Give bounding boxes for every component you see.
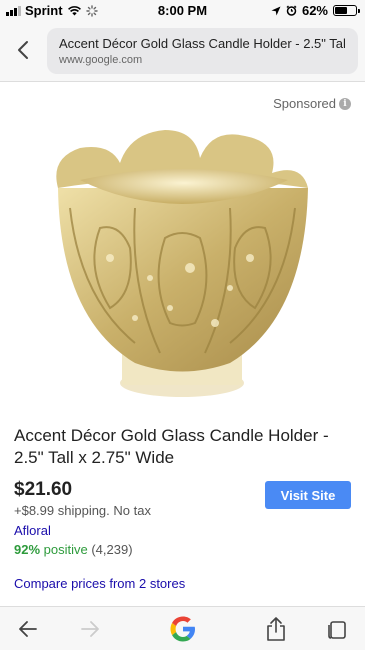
status-right: 62% <box>271 3 360 18</box>
arrow-left-icon[interactable] <box>14 615 42 643</box>
address-bar: Accent Décor Gold Glass Candle Holder - … <box>0 20 365 82</box>
location-arrow-icon <box>271 6 281 15</box>
url-field[interactable]: Accent Décor Gold Glass Candle Holder - … <box>47 28 358 74</box>
battery-icon <box>333 5 360 16</box>
url-page-title: Accent Décor Gold Glass Candle Holder - … <box>59 36 346 51</box>
sponsored-label: Sponsored i <box>273 96 351 111</box>
sponsored-text: Sponsored <box>273 96 336 111</box>
shipping-info: +$8.99 shipping. No tax <box>14 503 151 518</box>
rating-count: (4,239) <box>87 542 133 557</box>
share-icon[interactable] <box>262 615 290 643</box>
rating-percent: 92% <box>14 542 41 557</box>
battery-level <box>335 7 348 14</box>
battery-percent: 62% <box>301 3 328 18</box>
chevron-left-icon[interactable] <box>12 38 36 62</box>
info-icon[interactable]: i <box>339 97 351 110</box>
google-g-icon[interactable] <box>167 613 199 645</box>
product-price: $21.60 <box>14 479 73 500</box>
url-domain: www.google.com <box>59 54 143 66</box>
product-image[interactable] <box>40 118 325 413</box>
merchant-link[interactable]: Afloral <box>14 523 51 538</box>
rating-word: positive <box>40 542 88 557</box>
alarm-icon <box>286 5 297 16</box>
url-title-text: Accent Décor Gold Glass Candle Holder - … <box>59 36 346 51</box>
bottom-toolbar <box>0 606 365 650</box>
arrow-right-icon[interactable] <box>76 615 104 643</box>
visit-site-button[interactable]: Visit Site <box>265 481 351 509</box>
compare-prices-link[interactable]: Compare prices from 2 stores <box>14 576 185 591</box>
tabs-icon[interactable] <box>323 615 351 643</box>
product-title[interactable]: Accent Décor Gold Glass Candle Holder - … <box>14 425 354 469</box>
status-bar: Sprint 8:00 PM 62% <box>0 0 365 20</box>
seller-rating: 92% positive (4,239) <box>14 542 133 557</box>
